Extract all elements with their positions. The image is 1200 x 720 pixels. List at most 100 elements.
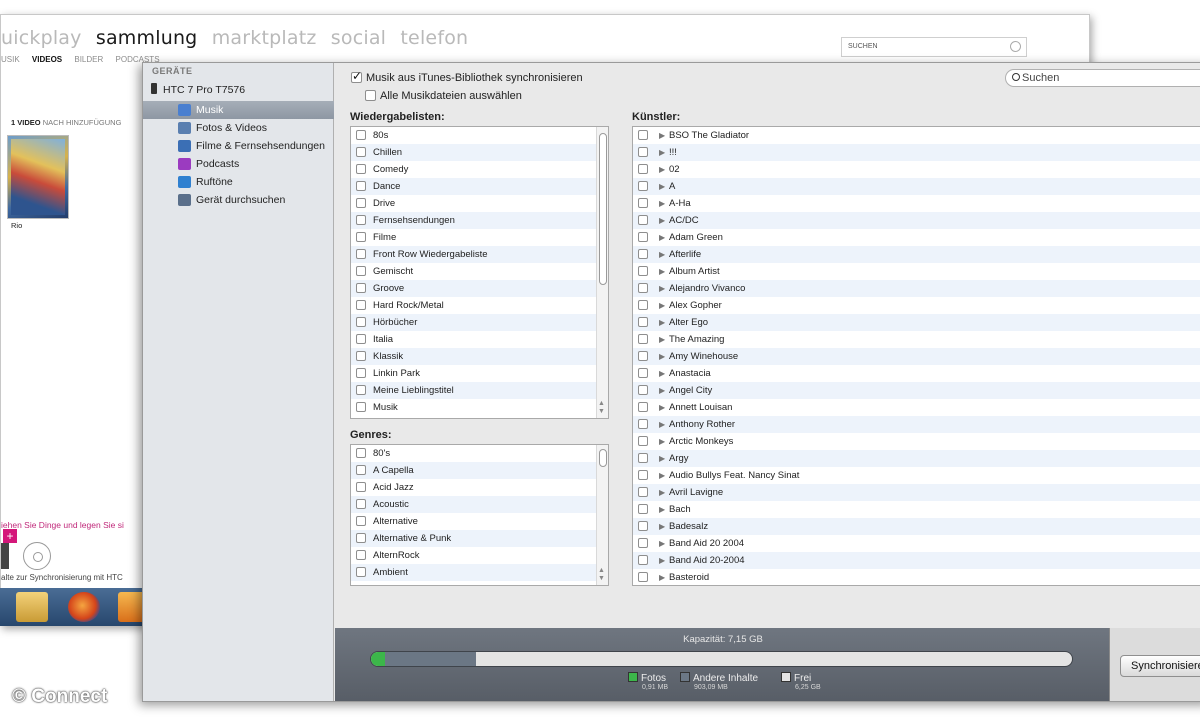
add-icon[interactable]: + <box>3 529 17 543</box>
genres-scrollbar[interactable]: ▲ ▼ <box>596 445 608 585</box>
artist-row[interactable]: ▶ BSO The Gladiator <box>633 127 1200 144</box>
disclosure-triangle-icon[interactable]: ▶ <box>659 382 665 399</box>
disclosure-triangle-icon[interactable]: ▶ <box>659 518 665 535</box>
artist-row[interactable]: ▶ Arctic Monkeys <box>633 433 1200 450</box>
row-checkbox[interactable] <box>638 368 648 378</box>
row-checkbox[interactable] <box>638 334 648 344</box>
row-checkbox[interactable] <box>638 487 648 497</box>
disclosure-triangle-icon[interactable]: ▶ <box>659 195 665 212</box>
row-checkbox[interactable] <box>638 555 648 565</box>
disclosure-triangle-icon[interactable]: ▶ <box>659 144 665 161</box>
playlist-row[interactable]: Hörbücher <box>351 314 608 331</box>
sync-music-checkbox[interactable] <box>351 69 362 83</box>
itunes-search-input[interactable]: Suchen <box>1005 69 1200 87</box>
row-checkbox[interactable] <box>356 266 366 276</box>
nav-telefon[interactable]: telefon <box>400 27 468 49</box>
playlist-row[interactable]: Meine Lieblingstitel <box>351 382 608 399</box>
row-checkbox[interactable] <box>356 300 366 310</box>
firefox-icon[interactable] <box>68 592 100 622</box>
disclosure-triangle-icon[interactable]: ▶ <box>659 399 665 416</box>
artist-row[interactable]: ▶ Avril Lavigne <box>633 484 1200 501</box>
disclosure-triangle-icon[interactable]: ▶ <box>659 484 665 501</box>
row-checkbox[interactable] <box>356 368 366 378</box>
playlist-row[interactable]: Musik <box>351 399 608 416</box>
artist-row[interactable]: ▶ Annett Louisan <box>633 399 1200 416</box>
artist-row[interactable]: ▶ Album Artist <box>633 263 1200 280</box>
row-checkbox[interactable] <box>356 516 366 526</box>
playlists-scroll-thumb[interactable] <box>599 133 607 285</box>
row-checkbox[interactable] <box>638 453 648 463</box>
artist-row[interactable]: ▶ A-Ha <box>633 195 1200 212</box>
genre-row[interactable]: Acoustic <box>351 496 608 513</box>
playlist-row[interactable]: Hard Rock/Metal <box>351 297 608 314</box>
video-sort-label[interactable]: NACH HINZUFÜGUNG <box>43 118 122 127</box>
row-checkbox[interactable] <box>638 249 648 259</box>
artist-row[interactable]: ▶ 02 <box>633 161 1200 178</box>
sidebar-item-movies[interactable]: Filme & Fernsehsendungen <box>143 137 334 155</box>
row-checkbox[interactable] <box>638 419 648 429</box>
row-checkbox[interactable] <box>638 385 648 395</box>
artist-row[interactable]: ▶ Alex Gopher <box>633 297 1200 314</box>
genres-scroll-thumb[interactable] <box>599 449 607 467</box>
artist-row[interactable]: ▶ Basteroid <box>633 569 1200 585</box>
video-thumbnail[interactable] <box>7 135 69 219</box>
row-checkbox[interactable] <box>356 181 366 191</box>
disclosure-triangle-icon[interactable]: ▶ <box>659 178 665 195</box>
nav-quickplay[interactable]: uickplay <box>1 27 82 49</box>
row-checkbox[interactable] <box>356 147 366 157</box>
playlist-row[interactable]: Groove <box>351 280 608 297</box>
zune-search-input[interactable]: SUCHEN <box>841 37 1027 57</box>
playlists-scrollbar[interactable]: ▲ ▼ <box>596 127 608 418</box>
row-checkbox[interactable] <box>638 198 648 208</box>
disclosure-triangle-icon[interactable]: ▶ <box>659 348 665 365</box>
disclosure-triangle-icon[interactable]: ▶ <box>659 161 665 178</box>
row-checkbox[interactable] <box>356 283 366 293</box>
artist-row[interactable]: ▶ Alejandro Vivanco <box>633 280 1200 297</box>
artist-row[interactable]: ▶!!! <box>633 144 1200 161</box>
select-all-checkbox[interactable] <box>365 90 376 101</box>
row-checkbox[interactable] <box>638 470 648 480</box>
row-checkbox[interactable] <box>356 499 366 509</box>
row-checkbox[interactable] <box>638 130 648 140</box>
disclosure-triangle-icon[interactable]: ▶ <box>659 365 665 382</box>
artist-row[interactable]: ▶ Argy <box>633 450 1200 467</box>
subnav-videos[interactable]: VIDEOS <box>32 55 62 64</box>
disclosure-triangle-icon[interactable]: ▶ <box>659 416 665 433</box>
disclosure-triangle-icon[interactable]: ▶ <box>659 263 665 280</box>
artist-row[interactable]: ▶ Badesalz <box>633 518 1200 535</box>
disclosure-triangle-icon[interactable]: ▶ <box>659 314 665 331</box>
disc-icon[interactable] <box>23 542 51 570</box>
disclosure-triangle-icon[interactable]: ▶ <box>659 127 665 144</box>
row-checkbox[interactable] <box>638 504 648 514</box>
select-all-option[interactable]: Alle Musikdateien auswählen <box>365 90 522 102</box>
playlist-row[interactable]: Dance <box>351 178 608 195</box>
disclosure-triangle-icon[interactable]: ▶ <box>659 467 665 484</box>
playlist-row[interactable]: Filme <box>351 229 608 246</box>
artist-row[interactable]: ▶ Adam Green <box>633 229 1200 246</box>
explorer-icon[interactable] <box>16 592 48 622</box>
row-checkbox[interactable] <box>356 482 366 492</box>
row-checkbox[interactable] <box>356 130 366 140</box>
row-checkbox[interactable] <box>356 317 366 327</box>
row-checkbox[interactable] <box>638 232 648 242</box>
artist-row[interactable]: ▶ Alter Ego <box>633 314 1200 331</box>
genre-row[interactable]: Acid Jazz <box>351 479 608 496</box>
playlist-row[interactable]: Front Row Wiedergabeliste <box>351 246 608 263</box>
disclosure-triangle-icon[interactable]: ▶ <box>659 280 665 297</box>
row-checkbox[interactable] <box>638 538 648 548</box>
row-checkbox[interactable] <box>638 266 648 276</box>
playlist-row[interactable]: Fernsehsendungen <box>351 212 608 229</box>
disclosure-triangle-icon[interactable]: ▶ <box>659 246 665 263</box>
subnav-bilder[interactable]: BILDER <box>74 55 103 64</box>
row-checkbox[interactable] <box>356 232 366 242</box>
artist-row[interactable]: ▶ Band Aid 20-2004 <box>633 552 1200 569</box>
row-checkbox[interactable] <box>638 300 648 310</box>
genre-row[interactable]: A Capella <box>351 462 608 479</box>
playlist-row[interactable]: 80s <box>351 127 608 144</box>
scroll-arrows-icon[interactable]: ▲ ▼ <box>598 400 605 416</box>
sidebar-item-photos[interactable]: Fotos & Videos <box>143 119 334 137</box>
artist-row[interactable]: ▶ The Amazing <box>633 331 1200 348</box>
genre-row[interactable]: AlternRock <box>351 547 608 564</box>
row-checkbox[interactable] <box>356 550 366 560</box>
sidebar-item-bell[interactable]: Ruftöne <box>143 173 334 191</box>
